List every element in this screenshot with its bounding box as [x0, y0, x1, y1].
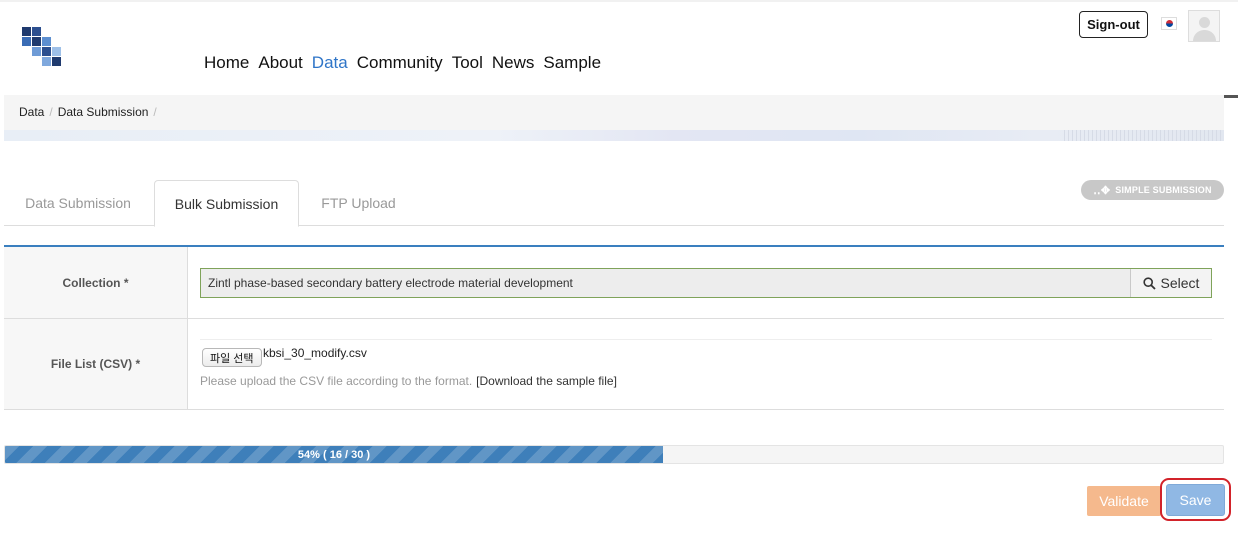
tab-bulk-submission[interactable]: Bulk Submission: [154, 180, 299, 227]
choose-file-button[interactable]: 파일 선택: [202, 348, 262, 367]
site-logo[interactable]: [22, 27, 66, 71]
nav-sample[interactable]: Sample: [543, 53, 601, 73]
breadcrumb-separator: /: [49, 105, 53, 119]
nav-data[interactable]: Data: [312, 53, 348, 73]
select-label: Select: [1160, 275, 1200, 291]
breadcrumb-band: Data / Data Submission /: [4, 95, 1224, 141]
tab-data-submission[interactable]: Data Submission: [4, 180, 152, 226]
collection-row: Collection * Zintl phase-based secondary…: [4, 247, 1224, 319]
download-sample-link[interactable]: [Download the sample file]: [476, 374, 617, 388]
nav-news[interactable]: News: [492, 53, 535, 73]
edge-mark: [1224, 95, 1238, 98]
simple-submission-button[interactable]: ‥✥ SIMPLE SUBMISSION: [1081, 180, 1224, 200]
upload-help-text: Please upload the CSV file according to …: [200, 374, 617, 388]
nav-tool[interactable]: Tool: [452, 53, 483, 73]
collection-field[interactable]: Zintl phase-based secondary battery elec…: [200, 268, 1212, 298]
collection-value[interactable]: Zintl phase-based secondary battery elec…: [201, 269, 1131, 297]
top-border: [0, 0, 1238, 2]
korean-flag-icon[interactable]: [1161, 17, 1177, 30]
save-button[interactable]: Save: [1166, 484, 1225, 516]
breadcrumb-data[interactable]: Data: [19, 105, 44, 119]
upload-progress: 54% ( 16 / 30 ): [4, 445, 1224, 464]
help-text: Please upload the CSV file according to …: [200, 374, 473, 388]
breadcrumb-separator: /: [153, 105, 157, 119]
main-nav: Home About Data Community Tool News Samp…: [204, 53, 610, 73]
file-input[interactable]: 파일 선택 kbsi_30_modify.csv: [200, 339, 1212, 367]
tab-ftp-upload[interactable]: FTP Upload: [301, 180, 416, 226]
file-list-row: File List (CSV) * 파일 선택 kbsi_30_modify.c…: [4, 319, 1224, 410]
validate-button[interactable]: Validate: [1087, 486, 1161, 516]
submission-tabs: Data Submission Bulk Submission FTP Uplo…: [4, 180, 1224, 227]
collection-label: Collection *: [4, 247, 188, 318]
breadcrumb: Data / Data Submission /: [19, 105, 162, 119]
selected-file-name: kbsi_30_modify.csv: [263, 346, 367, 360]
nav-community[interactable]: Community: [357, 53, 443, 73]
nav-about[interactable]: About: [258, 53, 302, 73]
page: Home About Data Community Tool News Samp…: [0, 0, 1238, 533]
breadcrumb-data-submission[interactable]: Data Submission: [58, 105, 149, 119]
avatar[interactable]: [1188, 10, 1220, 42]
nav-home[interactable]: Home: [204, 53, 249, 73]
progress-text: 54% ( 16 / 30 ): [297, 448, 371, 461]
sign-out-button[interactable]: Sign-out: [1079, 11, 1148, 38]
simple-submission-label: SIMPLE SUBMISSION: [1115, 185, 1212, 195]
move-icon: ‥✥: [1093, 184, 1111, 197]
file-list-label: File List (CSV) *: [4, 319, 188, 409]
search-icon: [1142, 276, 1156, 290]
select-button[interactable]: Select: [1131, 269, 1211, 297]
